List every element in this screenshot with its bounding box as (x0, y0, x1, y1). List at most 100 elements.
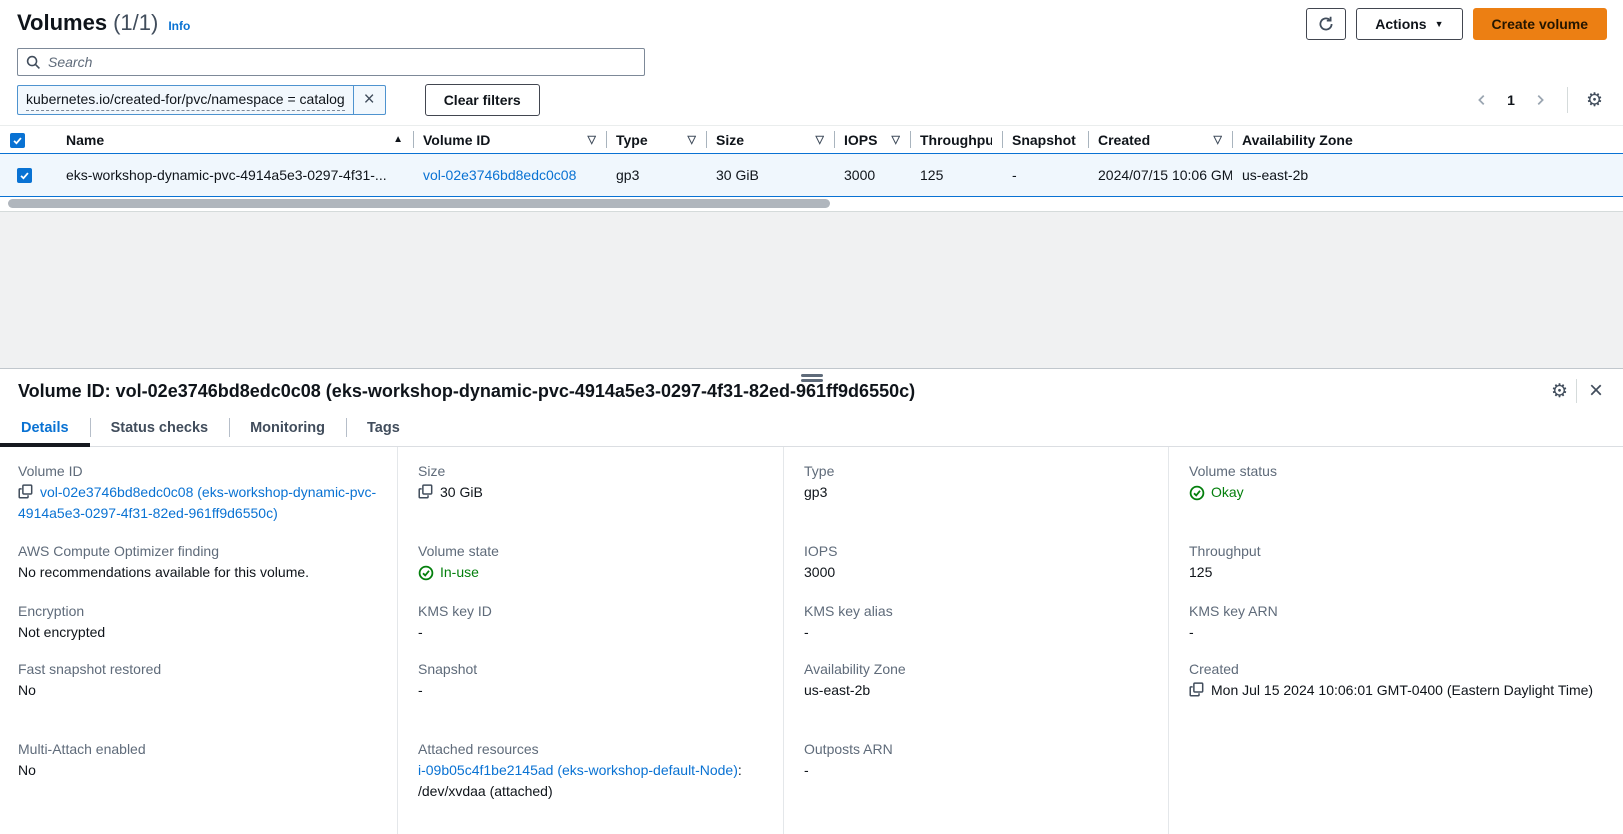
field-kms-key-id: KMS key ID - (418, 601, 767, 659)
cell-snapshot: - (1002, 154, 1088, 197)
actions-button-label: Actions (1375, 16, 1426, 32)
table-header-section: Volumes (1/1) Info Actions ▼ (0, 0, 1623, 116)
sort-icon: ▽ (1214, 133, 1222, 146)
tab-status-checks[interactable]: Status checks (90, 409, 230, 446)
horizontal-scrollbar-thumb[interactable] (8, 199, 830, 208)
divider (1567, 87, 1568, 113)
field-fast-snapshot-restored: Fast snapshot restored No (18, 659, 381, 739)
column-header-throughput[interactable]: Throughput ▽ (910, 126, 1002, 154)
sort-icon: ▽ (816, 133, 824, 146)
filter-token-dismiss-button[interactable]: × (353, 86, 385, 114)
field-throughput: Throughput 125 (1189, 541, 1607, 601)
refresh-icon (1318, 16, 1334, 32)
sort-ascending-icon: ▲ (393, 134, 403, 145)
volume-state-value: In-use (440, 562, 479, 583)
actions-button[interactable]: Actions ▼ (1356, 8, 1462, 40)
create-volume-button-label: Create volume (1492, 16, 1588, 32)
field-size: Size 30 GiB (418, 461, 767, 541)
cell-type: gp3 (606, 154, 706, 197)
cell-availability-zone: us-east-2b (1232, 154, 1623, 197)
field-type: Type gp3 (804, 461, 1152, 541)
previous-page-button[interactable] (1469, 91, 1495, 109)
panel-close-button[interactable]: × (1585, 379, 1607, 403)
field-created: Created Mon Jul 15 2024 10:06:01 GMT-040… (1189, 659, 1607, 739)
search-input[interactable] (48, 54, 636, 70)
gear-icon: ⚙ (1551, 381, 1568, 402)
cell-iops: 3000 (834, 154, 910, 197)
column-header-snapshot[interactable]: Snapshot ▽ (1002, 126, 1088, 154)
volumes-page: Volumes (1/1) Info Actions ▼ (0, 0, 1623, 834)
status-ok-icon (1189, 485, 1205, 501)
tab-monitoring[interactable]: Monitoring (229, 409, 346, 446)
panel-preferences-button[interactable]: ⚙ (1551, 382, 1568, 401)
field-encryption: Encryption Not encrypted (18, 601, 381, 659)
cell-size: 30 GiB (706, 154, 834, 197)
drag-handle-icon[interactable] (801, 374, 823, 384)
column-header-size[interactable]: Size ▽ (706, 126, 834, 154)
field-multi-attach: Multi-Attach enabled No (18, 739, 381, 781)
column-header-name[interactable]: Name ▲ (48, 126, 413, 154)
close-icon: × (1589, 377, 1603, 404)
search-icon (26, 55, 41, 70)
page-title-group: Volumes (1/1) Info (17, 8, 190, 36)
tab-tags[interactable]: Tags (346, 409, 421, 446)
field-outposts-arn: Outposts ARN - (804, 739, 1152, 781)
chevron-left-icon (1475, 93, 1489, 107)
copy-icon[interactable] (18, 484, 33, 502)
volume-id-detail-link[interactable]: vol-02e3746bd8edc0c08 (eks-workshop-dyna… (18, 484, 376, 521)
row-checkbox[interactable] (17, 168, 32, 183)
info-link[interactable]: Info (168, 19, 190, 33)
column-header-iops[interactable]: IOPS ▽ (834, 126, 910, 154)
cell-throughput: 125 (910, 154, 1002, 197)
field-kms-key-alias: KMS key alias - (804, 601, 1152, 659)
column-header-availability-zone[interactable]: Availability Zone (1232, 126, 1623, 154)
field-availability-zone: Availability Zone us-east-2b (804, 659, 1152, 739)
refresh-button[interactable] (1306, 8, 1346, 40)
column-header-volume-id[interactable]: Volume ID ▽ (413, 126, 606, 154)
close-icon: × (364, 89, 375, 111)
clear-filters-label: Clear filters (444, 92, 521, 108)
sort-icon: ▽ (588, 133, 596, 146)
page-number[interactable]: 1 (1499, 90, 1523, 110)
column-header-type[interactable]: Type ▽ (606, 126, 706, 154)
split-panel: Volume ID: vol-02e3746bd8edc0c08 (eks-wo… (0, 368, 1623, 834)
gear-icon: ⚙ (1586, 90, 1603, 111)
volume-status-value: Okay (1211, 482, 1244, 503)
attached-instance-link[interactable]: i-09b05c4f1be2145ad (eks-workshop-defaul… (418, 762, 738, 778)
chevron-down-icon: ▼ (1435, 20, 1444, 29)
filter-token: kubernetes.io/created-for/pvc/namespace … (17, 85, 386, 115)
table-row: eks-workshop-dynamic-pvc-4914a5e3-0297-4… (0, 154, 1623, 197)
content-background (0, 211, 1623, 368)
split-panel-title: Volume ID: vol-02e3746bd8edc0c08 (eks-wo… (18, 381, 915, 402)
volume-id-link[interactable]: vol-02e3746bd8edc0c08 (423, 167, 576, 183)
cell-created: 2024/07/15 10:06 GMT-4 (1088, 154, 1232, 197)
status-ok-icon (418, 565, 434, 581)
sort-icon: ▽ (892, 133, 900, 146)
field-attached-resources: Attached resources i-09b05c4f1be2145ad (… (418, 739, 767, 802)
tab-details[interactable]: Details (0, 409, 90, 446)
field-kms-key-arn: KMS key ARN - (1189, 601, 1607, 659)
divider (1576, 379, 1577, 403)
chevron-right-icon (1533, 93, 1547, 107)
details-tab-content: Volume ID vol-02e3746bd8edc0c08 (eks-wor… (0, 447, 1623, 834)
clear-filters-button[interactable]: Clear filters (425, 84, 540, 116)
next-page-button[interactable] (1527, 91, 1553, 109)
field-volume-status: Volume status Okay (1189, 461, 1607, 541)
column-header-created[interactable]: Created ▽ (1088, 126, 1232, 154)
copy-icon[interactable] (1189, 682, 1204, 700)
horizontal-scrollbar (0, 197, 1623, 211)
field-volume-id: Volume ID vol-02e3746bd8edc0c08 (eks-wor… (18, 461, 381, 541)
field-iops: IOPS 3000 (804, 541, 1152, 601)
resource-count: (1/1) (113, 10, 158, 36)
panel-tabs: Details Status checks Monitoring Tags (0, 409, 1623, 447)
field-snapshot: Snapshot - (418, 659, 767, 739)
table-preferences-button[interactable]: ⚙ (1582, 89, 1607, 112)
field-volume-state: Volume state In-use (418, 541, 767, 601)
create-volume-button[interactable]: Create volume (1473, 8, 1607, 40)
filter-token-label: kubernetes.io/created-for/pvc/namespace … (18, 86, 353, 114)
sort-icon: ▽ (688, 133, 696, 146)
select-all-checkbox[interactable] (10, 133, 25, 148)
copy-icon[interactable] (418, 484, 433, 502)
field-compute-optimizer: AWS Compute Optimizer finding No recomme… (18, 541, 381, 601)
cell-name: eks-workshop-dynamic-pvc-4914a5e3-0297-4… (48, 154, 413, 197)
